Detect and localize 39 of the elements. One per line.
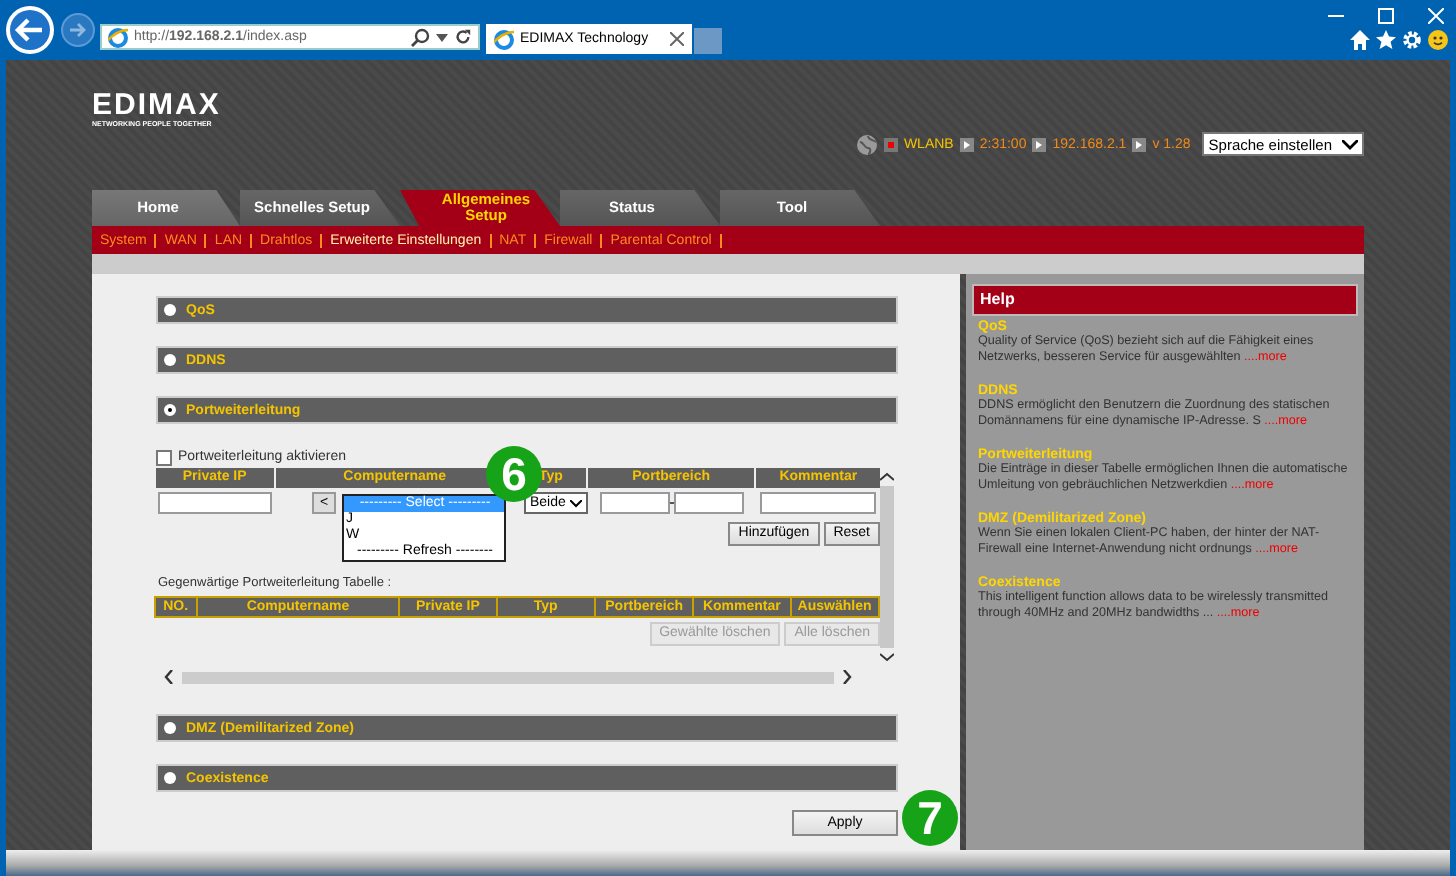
home-icon[interactable]	[1350, 30, 1370, 50]
radio-button[interactable]	[164, 304, 176, 316]
smiley-icon[interactable]	[1428, 30, 1448, 50]
checkbox[interactable]	[156, 449, 172, 465]
settings-icon[interactable]	[1402, 30, 1422, 50]
refresh-icon[interactable]	[454, 28, 472, 46]
scroll-down-icon[interactable]	[880, 652, 894, 662]
radio-button[interactable]	[164, 722, 176, 734]
comment-input[interactable]	[759, 492, 876, 514]
globe-icon	[855, 133, 878, 155]
scroll-right-icon[interactable]	[842, 670, 852, 684]
close-icon[interactable]	[670, 32, 684, 46]
dropdown-icon[interactable]	[436, 33, 448, 41]
scroll-left-icon[interactable]	[164, 670, 174, 684]
radio-button[interactable]	[164, 404, 176, 416]
help-title: Help	[972, 284, 1358, 316]
play-icon	[1132, 137, 1147, 151]
play-icon	[959, 137, 974, 151]
ip-input[interactable]	[158, 492, 272, 514]
chevron-down-icon	[1342, 139, 1358, 149]
chevron-down-icon	[569, 499, 582, 507]
vertical-scrollbar[interactable]	[880, 472, 894, 662]
maximize-icon[interactable]	[1378, 8, 1394, 24]
stop-icon	[883, 137, 898, 151]
logo-text: EDIMAX	[92, 92, 221, 120]
horizontal-scrollbar[interactable]	[164, 668, 852, 686]
browser-icon	[494, 29, 514, 49]
star-icon[interactable]	[1376, 30, 1396, 50]
browser-icon	[108, 27, 128, 47]
step-marker: 7	[902, 790, 958, 846]
search-icon[interactable]	[410, 27, 430, 47]
radio-button[interactable]	[164, 354, 176, 366]
forward-icon[interactable]	[60, 12, 96, 48]
scroll-up-icon[interactable]	[880, 472, 894, 482]
back-icon[interactable]	[4, 4, 56, 56]
radio-button[interactable]	[164, 772, 176, 784]
port-end-input[interactable]	[673, 492, 744, 514]
play-icon	[1032, 137, 1047, 151]
port-start-input[interactable]	[599, 492, 670, 514]
